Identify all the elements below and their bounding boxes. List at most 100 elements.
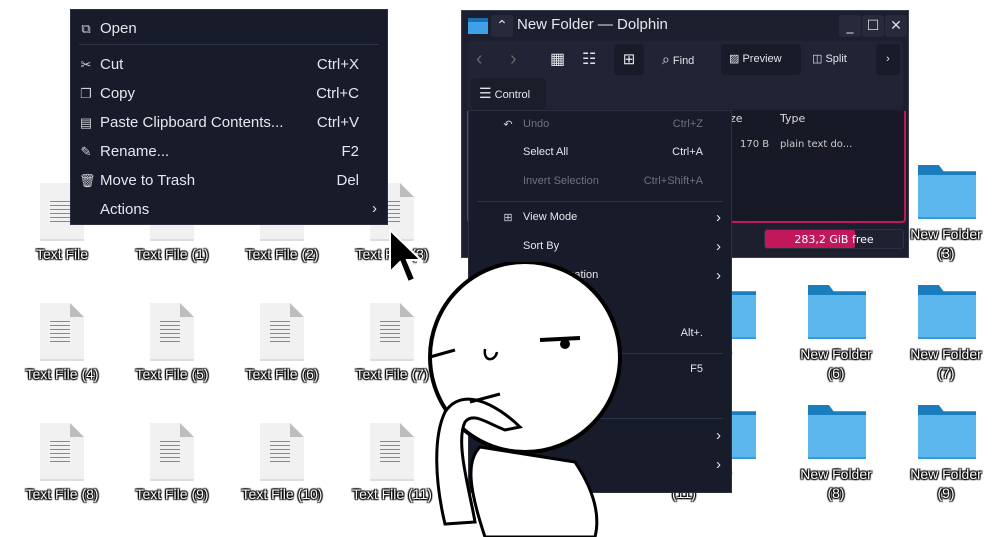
find-label: Find bbox=[672, 55, 695, 67]
file-name-label: Text File (10) bbox=[241, 486, 323, 502]
shortcut-label: Ctrl+Z bbox=[672, 118, 703, 130]
file-name-label: Text File (1) bbox=[135, 246, 209, 262]
text-lines bbox=[160, 321, 180, 343]
menu-item-cut[interactable]: ✂ Cut Ctrl+X bbox=[71, 50, 387, 78]
page-fold bbox=[400, 303, 414, 317]
column-header-type[interactable]: Type bbox=[780, 112, 805, 125]
text-file-icon bbox=[40, 423, 84, 481]
control-label: Control bbox=[494, 89, 531, 101]
menu-item-label: Sort By bbox=[523, 240, 560, 252]
text-lines bbox=[270, 441, 290, 463]
file-context-menu: ⧉ Open ✂ Cut Ctrl+X ❐ Copy Ctrl+C ▤ Paste Clipboa… bbox=[70, 9, 388, 225]
menu-item-move-to-trash[interactable]: 🗑 Move to Trash Del bbox=[71, 166, 387, 194]
window-title: New Folder — Dolphin bbox=[517, 16, 668, 33]
menu-separator bbox=[79, 44, 379, 45]
menu-item-label: Paste Clipboard Contents... bbox=[100, 114, 284, 131]
shortcut-label: F2 bbox=[341, 143, 359, 160]
back-button[interactable]: ‹ bbox=[476, 44, 483, 75]
control-menu-item[interactable]: ↶ Undo Ctrl+Z bbox=[469, 111, 731, 139]
free-space-bar[interactable]: 283,2 GiB free bbox=[764, 229, 904, 249]
page-fold bbox=[180, 423, 194, 437]
menu-item-actions[interactable]: Actions › bbox=[71, 195, 387, 223]
file-name-label: Text File (4) bbox=[25, 366, 99, 382]
keep-above-button[interactable]: ⌃ bbox=[491, 15, 513, 37]
shortcut-label: Ctrl+V bbox=[316, 114, 359, 131]
free-space-text: 283,2 GiB free bbox=[794, 233, 874, 246]
page-fold bbox=[70, 303, 84, 317]
text-file-icon bbox=[370, 303, 414, 361]
folder-body bbox=[918, 175, 976, 219]
file-name-label: Text File (5) bbox=[135, 366, 209, 382]
menu-item-paste-clipboard-contents[interactable]: ▤ Paste Clipboard Contents... Ctrl+V bbox=[71, 108, 387, 136]
file-name-label: Text File (9) bbox=[135, 486, 209, 502]
shortcut-label: Del bbox=[336, 172, 359, 189]
page-fold bbox=[290, 423, 304, 437]
menu-separator bbox=[477, 201, 723, 202]
file-size-cell: 170 B bbox=[740, 139, 770, 150]
control-button[interactable]: ☰ Control bbox=[471, 78, 546, 109]
text-file-icon bbox=[150, 303, 194, 361]
shortcut-label: Ctrl+C bbox=[316, 85, 359, 102]
chevron-right-icon: › bbox=[716, 238, 721, 255]
page-fold bbox=[400, 183, 414, 197]
chevron-right-icon: › bbox=[372, 200, 377, 217]
compact-view-button[interactable]: ☷ bbox=[582, 44, 596, 75]
text-lines bbox=[160, 441, 180, 463]
menu-item-rename[interactable]: ✎ Rename... F2 bbox=[71, 137, 387, 165]
rename-icon: ✎ bbox=[80, 144, 92, 159]
desktop-text-file[interactable]: Text File (5) bbox=[117, 303, 227, 385]
shortcut-label: Ctrl+A bbox=[672, 146, 703, 158]
menu-item-open[interactable]: ⧉ Open bbox=[71, 14, 387, 42]
text-lines bbox=[270, 321, 290, 343]
desktop-text-file[interactable]: Text File (4) bbox=[7, 303, 117, 385]
thinking-meme-face bbox=[428, 262, 622, 537]
menu-item-copy[interactable]: ❐ Copy Ctrl+C bbox=[71, 79, 387, 107]
desktop-text-file[interactable]: Text File (10) bbox=[227, 423, 337, 505]
split-button[interactable]: ◫ Split bbox=[812, 44, 868, 75]
shortcut-label: Alt+. bbox=[680, 327, 703, 339]
folder-number-label: (9) bbox=[937, 485, 955, 501]
menu-item-label: Actions bbox=[100, 201, 150, 218]
page-fold bbox=[180, 303, 194, 317]
desktop-folder[interactable]: New Folder (9) bbox=[891, 400, 1000, 505]
folder-name-label: New Folder bbox=[910, 466, 982, 482]
control-menu-item[interactable]: ⊞ View Mode › bbox=[469, 204, 731, 232]
minimize-button[interactable]: _ bbox=[839, 15, 861, 37]
hamburger-icon: ☰ bbox=[479, 85, 492, 101]
desktop-text-file[interactable]: Text File (9) bbox=[117, 423, 227, 505]
text-file-icon bbox=[260, 423, 304, 481]
page-fold bbox=[290, 303, 304, 317]
find-button[interactable]: ⌕ Find bbox=[662, 44, 714, 75]
text-lines bbox=[50, 201, 70, 223]
folder-number-label: (7) bbox=[937, 365, 955, 381]
desktop-text-file[interactable]: Text File (6) bbox=[227, 303, 337, 385]
image-icon: ▨ bbox=[729, 53, 740, 65]
desktop-folder[interactable]: New Folder (7) bbox=[891, 280, 1000, 385]
close-button[interactable]: ✕ bbox=[885, 15, 907, 37]
icons-view-button[interactable]: ▦ bbox=[550, 44, 565, 75]
desktop-folder[interactable]: New Folder (6) bbox=[781, 280, 891, 385]
file-name-label: Text File bbox=[35, 246, 89, 262]
control-menu-item[interactable]: Invert Selection Ctrl+Shift+A bbox=[469, 168, 731, 196]
maximize-button[interactable]: ☐ bbox=[862, 15, 884, 37]
more-toolbar-button[interactable]: › bbox=[876, 44, 900, 75]
split-icon: ◫ bbox=[812, 53, 823, 65]
desktop-text-file[interactable]: Text File (8) bbox=[7, 423, 117, 505]
forward-button[interactable]: › bbox=[510, 44, 517, 75]
desktop-folder[interactable]: New Folder (8) bbox=[781, 400, 891, 505]
file-name-label: Text File (2) bbox=[245, 246, 319, 262]
folder-icon bbox=[918, 285, 976, 339]
folder-name-label: New Folder bbox=[910, 346, 982, 362]
preview-button[interactable]: ▨ Preview bbox=[721, 44, 801, 75]
chevron-right-icon: › bbox=[716, 209, 721, 226]
chevron-right-icon: › bbox=[716, 267, 721, 284]
preview-label: Preview bbox=[742, 53, 782, 65]
open-icon: ⧉ bbox=[81, 21, 91, 36]
control-menu-item[interactable]: Sort By › bbox=[469, 233, 731, 261]
control-menu-item[interactable]: Select All Ctrl+A bbox=[469, 139, 731, 167]
paste-icon: ▤ bbox=[79, 115, 93, 130]
cut-icon: ✂ bbox=[80, 57, 92, 72]
text-file-icon bbox=[150, 423, 194, 481]
details-view-button[interactable]: ⊞ bbox=[614, 44, 644, 75]
text-lines bbox=[380, 321, 400, 343]
